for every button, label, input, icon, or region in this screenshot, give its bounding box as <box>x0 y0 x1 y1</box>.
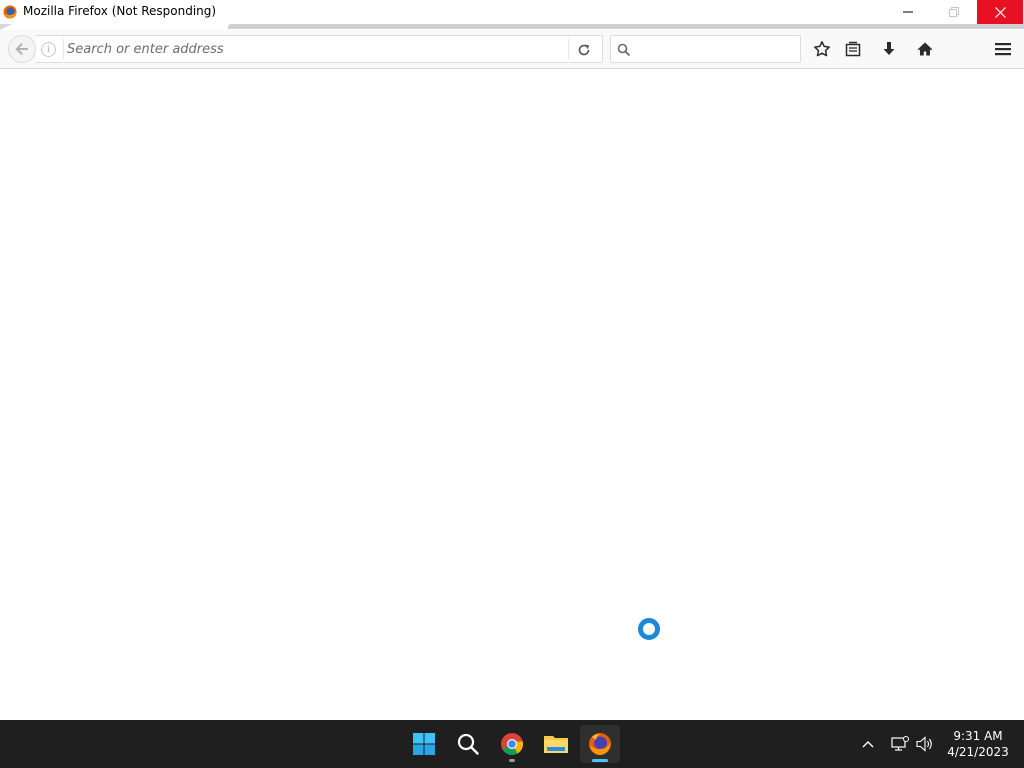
taskbar: 9:31 AM 4/21/2023 <box>0 720 1024 768</box>
url-separator <box>63 39 64 59</box>
page-content <box>0 70 1024 720</box>
reload-button[interactable] <box>574 40 594 60</box>
network-button[interactable] <box>890 734 910 754</box>
search-input[interactable] <box>637 38 797 60</box>
firefox-logo-icon <box>3 4 17 19</box>
reload-icon <box>578 44 590 56</box>
folder-icon <box>544 736 568 753</box>
download-button[interactable] <box>877 37 901 61</box>
minimize-icon <box>903 11 913 13</box>
maximize-button[interactable] <box>931 0 977 24</box>
tab-strip-bar <box>228 24 1024 29</box>
library-button[interactable] <box>841 37 865 61</box>
search-icon <box>457 733 479 755</box>
minimize-button[interactable] <box>885 0 931 24</box>
back-icon <box>15 43 28 55</box>
library-icon <box>845 41 861 57</box>
taskbar-firefox-button[interactable] <box>580 725 620 763</box>
back-button[interactable] <box>8 35 36 63</box>
show-hidden-icons-button[interactable] <box>858 734 878 754</box>
restore-icon <box>949 7 959 17</box>
info-icon[interactable]: i <box>41 42 56 57</box>
home-icon <box>917 42 933 56</box>
start-button[interactable] <box>404 725 444 763</box>
taskbar-file-explorer-button[interactable] <box>536 725 576 763</box>
taskbar-search-button[interactable] <box>448 725 488 763</box>
search-bar[interactable] <box>610 35 801 63</box>
network-icon <box>891 736 909 751</box>
window-title: Mozilla Firefox (Not Responding) <box>23 4 217 18</box>
firefox-icon <box>589 733 611 755</box>
reload-separator <box>568 39 569 59</box>
address-input[interactable] <box>67 38 567 60</box>
bookmark-button[interactable] <box>810 37 834 61</box>
close-icon <box>994 6 1006 18</box>
search-icon <box>617 42 631 61</box>
chevron-up-icon <box>862 741 874 748</box>
taskbar-chrome-button[interactable] <box>492 725 532 763</box>
star-icon <box>814 41 830 57</box>
windows-start-icon <box>413 733 435 755</box>
title-bar: Mozilla Firefox (Not Responding) <box>0 0 1024 24</box>
download-icon <box>883 42 895 55</box>
menu-icon <box>995 43 1011 56</box>
chrome-icon <box>501 733 524 755</box>
menu-button[interactable] <box>991 37 1015 61</box>
active-indicator <box>592 759 608 762</box>
clock-time: 9:31 AM <box>953 729 1003 743</box>
busy-cursor-icon <box>638 618 660 640</box>
address-bar[interactable]: i <box>36 35 603 63</box>
system-clock[interactable]: 9:31 AM 4/21/2023 <box>940 728 1016 760</box>
volume-icon <box>916 736 932 752</box>
navigation-toolbar: i <box>0 30 1024 69</box>
running-indicator <box>509 759 515 762</box>
home-button[interactable] <box>913 37 937 61</box>
close-button[interactable] <box>977 0 1023 24</box>
volume-button[interactable] <box>915 734 935 754</box>
clock-date: 4/21/2023 <box>947 745 1009 759</box>
